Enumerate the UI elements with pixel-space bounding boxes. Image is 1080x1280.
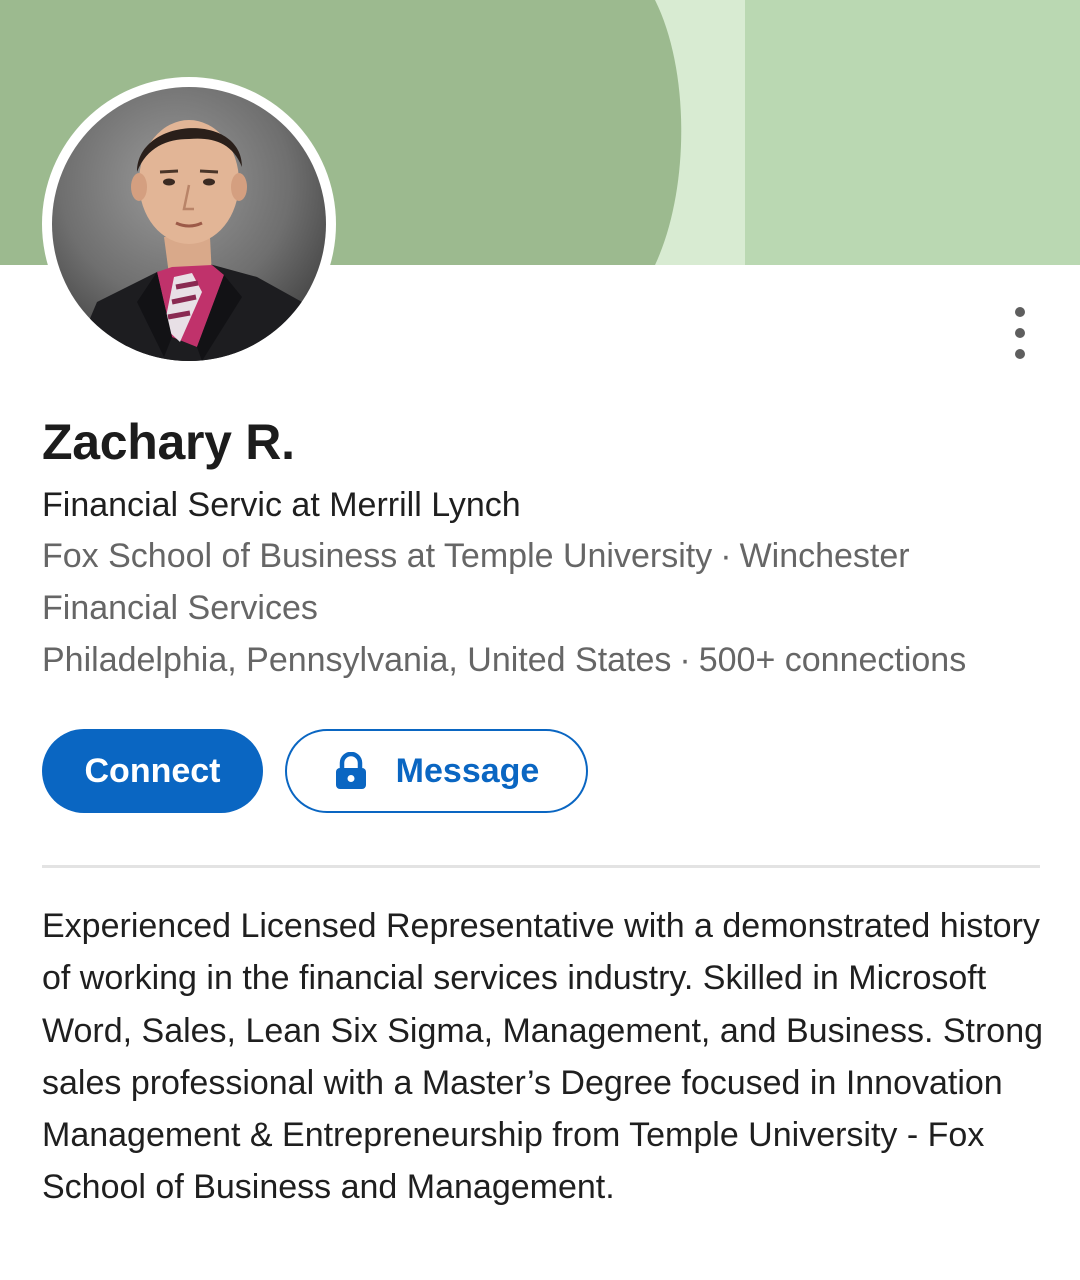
education-link[interactable]: Fox School of Business at Temple Univers…	[42, 537, 712, 575]
connect-button-label: Connect	[84, 751, 221, 790]
profile-headline: Financial Servic at Merrill Lynch	[42, 486, 521, 524]
menu-dot	[1015, 349, 1025, 359]
separator-dot: ·	[679, 641, 691, 679]
about-summary: Experienced Licensed Representative with…	[42, 907, 1044, 1207]
separator-dot: ·	[720, 537, 732, 575]
profile-avatar[interactable]	[42, 77, 336, 371]
profile-location: Philadelphia, Pennsylvania, United State…	[42, 641, 672, 679]
menu-dot	[1015, 307, 1025, 317]
menu-dot	[1015, 328, 1025, 338]
section-divider	[42, 865, 1040, 868]
more-vertical-icon[interactable]	[998, 300, 1042, 366]
profile-location-connections: Philadelphia, Pennsylvania, United State…	[42, 634, 1042, 686]
profile-education-company: Fox School of Business at Temple Univers…	[42, 530, 1042, 634]
message-button-label: Message	[395, 751, 540, 790]
connect-button[interactable]: Connect	[42, 729, 263, 813]
profile-name: Zachary R.	[42, 414, 295, 470]
message-button[interactable]: Message	[285, 729, 588, 813]
connections-count[interactable]: 500+ connections	[699, 641, 966, 679]
lock-icon	[334, 752, 368, 790]
